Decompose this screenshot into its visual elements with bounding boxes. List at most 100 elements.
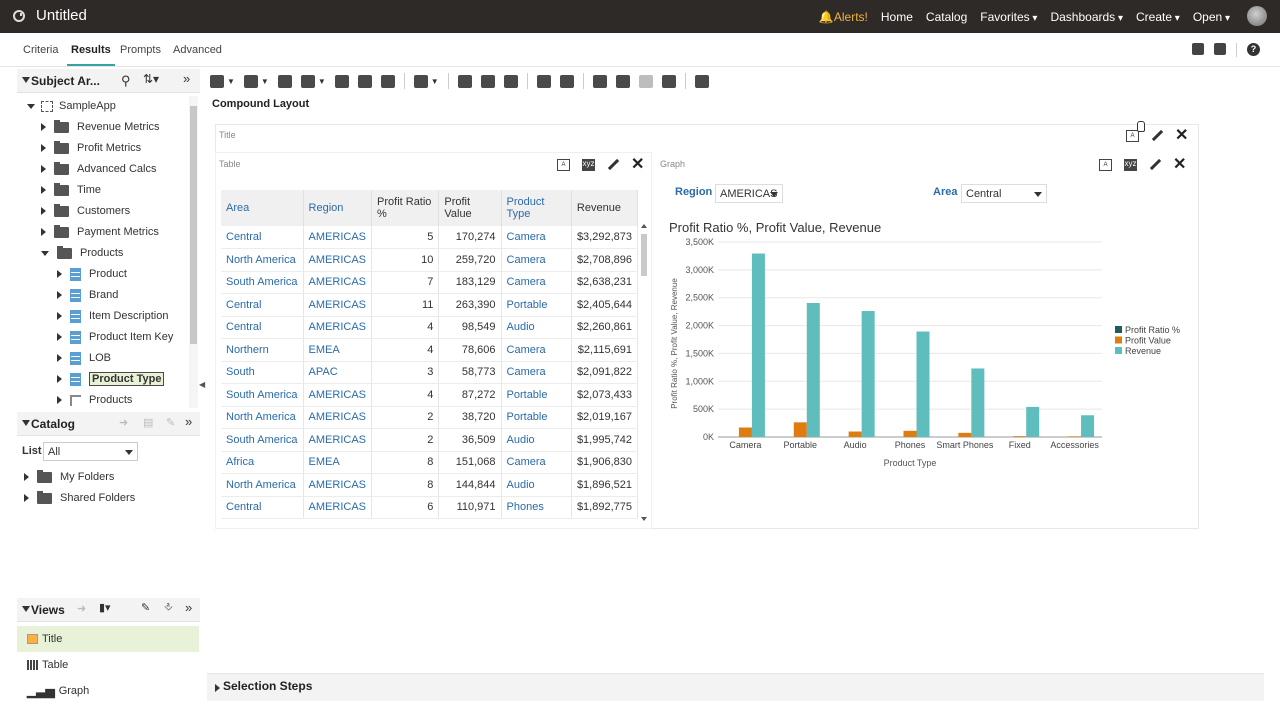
table-cell[interactable]: South America xyxy=(221,271,304,294)
expand-arrow-icon[interactable] xyxy=(24,473,29,481)
catalog-folder-shared[interactable]: Shared Folders xyxy=(24,488,135,508)
table-cell[interactable]: Audio xyxy=(501,473,572,497)
table-cell[interactable]: Camera xyxy=(501,338,572,362)
add-filter-icon[interactable] xyxy=(480,74,495,88)
expand-arrow-icon[interactable] xyxy=(27,103,35,109)
view-item-title[interactable]: Title xyxy=(17,626,199,652)
expand-panel-icon[interactable]: » xyxy=(183,71,190,86)
catalog-folder-my[interactable]: My Folders xyxy=(24,467,114,487)
table-cell[interactable]: EMEA xyxy=(303,338,373,362)
trend-icon[interactable] xyxy=(694,74,709,88)
scroll-down-icon[interactable] xyxy=(641,517,647,521)
table-cell[interactable]: AMERICAS xyxy=(303,473,373,497)
tree-item[interactable]: Products xyxy=(41,243,123,263)
collapse-left-icon[interactable]: ◀ xyxy=(199,380,205,389)
table-cell[interactable]: Portable xyxy=(501,406,572,429)
help-icon[interactable]: ? xyxy=(1247,43,1260,56)
column-header-area[interactable]: Area xyxy=(221,190,304,226)
table-cell[interactable]: AMERICAS xyxy=(303,226,373,249)
open-menu[interactable]: Open xyxy=(1193,10,1230,24)
group-icon[interactable] xyxy=(615,74,630,88)
table-cell[interactable]: South xyxy=(221,361,304,384)
table-cell[interactable]: Central xyxy=(221,226,304,249)
column-header-revenue[interactable]: Revenue xyxy=(571,190,638,226)
tree-scrollbar[interactable] xyxy=(189,96,198,408)
home-link[interactable]: Home xyxy=(881,10,913,24)
user-avatar[interactable] xyxy=(1247,6,1267,26)
sort-icon[interactable] xyxy=(661,74,676,88)
dropdown-caret-icon[interactable]: ▼ xyxy=(227,77,235,86)
schedule-icon[interactable] xyxy=(277,74,292,88)
table-cell[interactable]: AMERICAS xyxy=(303,406,373,429)
table-cell[interactable]: Camera xyxy=(501,271,572,294)
collapse-triangle-icon[interactable] xyxy=(22,77,30,83)
tab-results[interactable]: Results xyxy=(67,44,115,66)
search-icon[interactable]: ⚲ xyxy=(121,73,131,89)
remove-view-icon[interactable]: ✕ xyxy=(1173,157,1186,173)
xyz-format-icon[interactable] xyxy=(536,74,551,88)
expand-arrow-icon[interactable] xyxy=(57,354,62,362)
table-cell[interactable]: AMERICAS xyxy=(303,271,373,294)
tree-item[interactable]: Revenue Metrics xyxy=(41,117,160,137)
expand-arrow-icon[interactable] xyxy=(41,186,46,194)
dropdown-caret-icon[interactable]: ▼ xyxy=(318,77,326,86)
tree-item[interactable]: Item Description xyxy=(57,306,168,326)
format-container-icon[interactable]: A xyxy=(1126,130,1139,142)
table-cell[interactable]: Africa xyxy=(221,451,304,474)
table-cell[interactable]: Central xyxy=(221,496,304,519)
table-cell[interactable]: EMEA xyxy=(303,451,373,474)
table-cell[interactable]: APAC xyxy=(303,361,373,384)
favorites-menu[interactable]: Favorites xyxy=(980,10,1037,24)
view-item-table[interactable]: Table xyxy=(17,652,199,678)
remove-view-icon[interactable]: ✕ xyxy=(1175,128,1188,144)
table-cell[interactable]: South America xyxy=(221,428,304,452)
catalog-list-select[interactable]: All xyxy=(43,442,138,461)
expand-arrow-icon[interactable] xyxy=(41,144,46,152)
expand-arrow-icon[interactable] xyxy=(57,333,62,341)
tree-item[interactable]: Brand xyxy=(57,285,118,305)
tree-item[interactable]: Products xyxy=(57,390,132,408)
oracle-logo-icon[interactable] xyxy=(13,10,25,22)
table-cell[interactable]: Central xyxy=(221,316,304,339)
table-cell[interactable]: Central xyxy=(221,293,304,317)
expand-arrow-icon[interactable] xyxy=(215,684,220,692)
expand-arrow-icon[interactable] xyxy=(41,123,46,131)
table-cell[interactable]: Camera xyxy=(501,361,572,384)
expand-arrow-icon[interactable] xyxy=(57,270,62,278)
print-icon[interactable] xyxy=(210,74,224,88)
tree-item[interactable]: Product Type xyxy=(57,369,165,389)
table-cell[interactable]: AMERICAS xyxy=(303,383,373,407)
tree-item[interactable]: Advanced Calcs xyxy=(41,159,157,179)
printable-icon[interactable] xyxy=(334,74,349,88)
refresh-icon[interactable] xyxy=(357,74,372,88)
table-cell[interactable]: AMERICAS xyxy=(303,428,373,452)
tree-scroll-thumb[interactable] xyxy=(190,106,197,344)
export-icon[interactable] xyxy=(243,74,258,88)
table-cell[interactable]: AMERICAS xyxy=(303,496,373,519)
edit-view-icon[interactable] xyxy=(1151,130,1163,142)
expand-arrow-icon[interactable] xyxy=(57,396,62,404)
expand-panel-icon[interactable]: » xyxy=(185,414,192,429)
format-container-icon[interactable]: A xyxy=(1099,159,1112,171)
tree-item[interactable]: Product xyxy=(57,264,127,284)
table-scroll-thumb[interactable] xyxy=(641,234,647,276)
add-table-icon[interactable] xyxy=(503,74,518,88)
catalog-link[interactable]: Catalog xyxy=(926,10,967,24)
column-header-product-type[interactable]: Product Type xyxy=(501,190,572,226)
tree-item[interactable]: Time xyxy=(41,180,101,200)
dropdown-caret-icon[interactable]: ▼ xyxy=(261,77,269,86)
column-header-profit-value[interactable]: Profit Value xyxy=(438,190,502,226)
table-cell[interactable]: Portable xyxy=(501,293,572,317)
create-menu[interactable]: Create xyxy=(1136,10,1180,24)
table-cell[interactable]: Northern xyxy=(221,338,304,362)
selection-steps-bar[interactable]: Selection Steps xyxy=(207,673,1264,701)
table-cell[interactable]: Portable xyxy=(501,383,572,407)
tree-item[interactable]: Product Item Key xyxy=(57,327,173,347)
expand-arrow-icon[interactable] xyxy=(41,207,46,215)
table-cell[interactable]: AMERICAS xyxy=(303,316,373,339)
edit-view-icon[interactable] xyxy=(1149,159,1161,171)
table-cell[interactable]: Camera xyxy=(501,226,572,249)
column-header-profit-ratio[interactable]: Profit Ratio % xyxy=(371,190,440,226)
add-report-icon[interactable] xyxy=(300,74,315,88)
collapse-triangle-icon[interactable] xyxy=(22,606,30,612)
